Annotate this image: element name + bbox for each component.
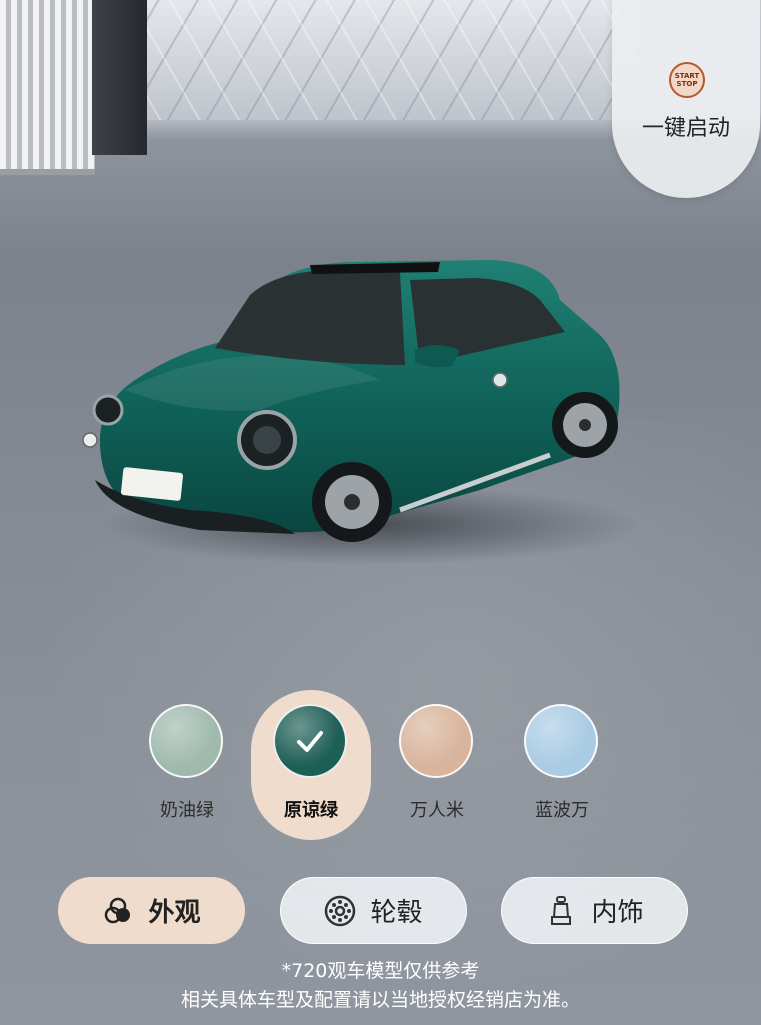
color-option[interactable]: 蓝波万: [502, 690, 622, 840]
car-3d-model[interactable]: [80, 240, 640, 570]
tab-wheels-label: 轮毂: [370, 898, 423, 928]
color-swatch[interactable]: [149, 704, 223, 778]
color-swatch[interactable]: [524, 704, 598, 778]
color-option-label: 原谅绿: [284, 800, 338, 821]
color-option-label: 万人米: [410, 800, 464, 821]
tab-wheels[interactable]: 轮毂: [280, 877, 467, 944]
disclaimer-line-1: *720观车模型仅供参考: [281, 960, 480, 982]
start-badge-top: START: [674, 72, 700, 80]
color-option-label: 奶油绿: [160, 800, 214, 821]
color-option-label: 蓝波万: [535, 800, 589, 821]
color-option[interactable]: 原谅绿: [251, 690, 371, 840]
color-option[interactable]: 万人米: [377, 690, 497, 840]
disclaimer-line-2: 相关具体车型及配置请以当地授权经销店为准。: [180, 989, 580, 1011]
car-configurator-view[interactable]: 分享 START STOP 一键启动: [0, 0, 761, 1025]
showroom-pillar: [92, 0, 147, 155]
side-action-panel: 分享 START STOP 一键启动: [612, 0, 760, 198]
color-option[interactable]: 奶油绿: [127, 690, 247, 840]
start-stop-icon[interactable]: START STOP: [669, 62, 705, 98]
exterior-colors-icon: [105, 897, 131, 923]
start-badge-bottom: STOP: [676, 80, 698, 88]
one-key-start-button[interactable]: 一键启动: [612, 110, 760, 142]
showroom-wall: [120, 0, 640, 120]
wheel-rim-icon: [325, 895, 356, 926]
tab-interior-label: 内饰: [591, 898, 644, 928]
tab-exterior-label: 外观: [148, 898, 201, 928]
color-swatch[interactable]: [399, 704, 473, 778]
seat-icon: [551, 895, 572, 925]
checkmark-icon: [273, 704, 347, 778]
tab-exterior[interactable]: 外观: [58, 877, 245, 944]
showroom-shelf: [0, 0, 95, 175]
tab-interior[interactable]: 内饰: [501, 877, 688, 944]
